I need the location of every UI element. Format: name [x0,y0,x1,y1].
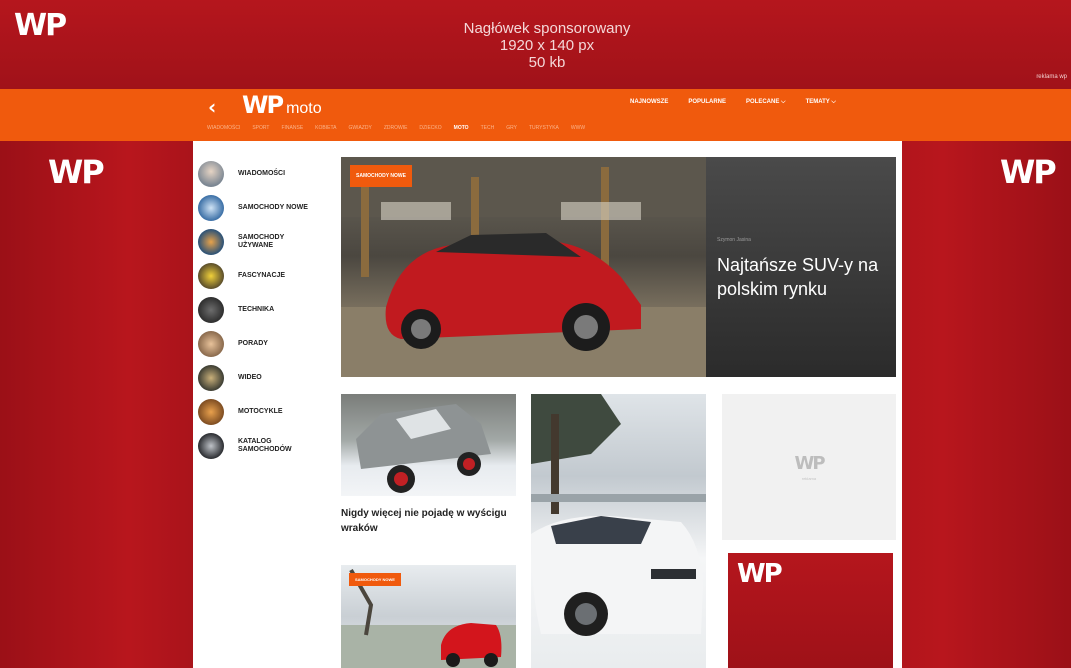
chevron-left-icon[interactable]: ‹ [208,95,216,119]
category-label: WIDEO [238,374,262,381]
wp-logo: WP [737,559,783,589]
main-content: WIADOMOŚCI SAMOCHODY NOWE SAMOCHODY UŻYW… [193,141,902,668]
category-thumbnail [198,161,224,187]
sponsor-line-1: Nagłówek sponsorowany [463,20,631,37]
category-label: SAMOCHODY NOWE [238,204,308,211]
category-thumbnail [198,263,224,289]
category-thumbnail [198,331,224,357]
category-label: PORADY [238,340,268,347]
section-link[interactable]: FINANSE [281,125,303,131]
nav-link-popularne[interactable]: POPULARNE [688,99,726,106]
wp-logo: WP [794,453,825,474]
section-link[interactable]: WWW [571,125,585,131]
hero-photo-art [341,157,706,377]
category-item[interactable]: SAMOCHODY NOWE [198,191,328,225]
category-thumbnail [198,297,224,323]
category-item[interactable]: PORADY [198,327,328,361]
hero-text-panel: Szymon Jasina Najtańsze SUV-y na polskim… [706,157,896,377]
hero-title[interactable]: Najtańsze SUV-y na polskim rynku [717,253,887,301]
category-thumbnail [198,399,224,425]
category-item[interactable]: MOTOCYKLE [198,395,328,429]
category-thumbnail [198,195,224,221]
ad-banner[interactable]: WP [728,553,893,668]
sponsor-line-3: 50 kb [528,54,566,71]
article-image [341,394,516,496]
ad-label: reklama [801,476,817,481]
section-link[interactable]: TECH [481,125,495,131]
category-label: WIADOMOŚCI [238,170,286,177]
section-link[interactable]: GRY [506,125,517,131]
category-item[interactable]: FASCYNACJE [198,259,328,293]
wp-moto-logo[interactable]: WP moto [242,91,322,119]
category-badge[interactable]: SAMOCHODY NOWE [350,165,412,187]
category-label: SAMOCHODY UŻYWANE [238,234,285,249]
category-thumbnail [198,433,224,459]
section-link[interactable]: SPORT [252,125,269,131]
category-badge[interactable]: SAMOCHODY NOWE [349,573,401,586]
sponsor-line-2: 1920 x 140 px [499,37,595,54]
hero-author: Szymon Jasina [717,237,751,243]
category-label: KATALOG SAMOCHODÓW [238,438,292,453]
section-link[interactable]: KOBIETA [315,125,336,131]
sponsored-header-banner[interactable]: WP Nagłówek sponsorowany 1920 x 140 px 5… [0,0,1071,90]
section-link[interactable]: TURYSTYKA [529,125,559,131]
nav-link-najnowsze[interactable]: NAJNOWSZE [630,99,668,106]
category-item[interactable]: WIADOMOŚCI [198,157,328,191]
side-wp-logo-left[interactable]: WP [48,153,105,191]
hero-image: SAMOCHODY NOWE [341,157,706,377]
category-item[interactable]: WIDEO [198,361,328,395]
hero-article[interactable]: SAMOCHODY NOWE Szymon Jasina Najtańsze S… [341,157,896,377]
category-label: FASCYNACJE [238,272,286,279]
article-card[interactable] [531,394,706,668]
category-item[interactable]: TECHNIKA [198,293,328,327]
section-link[interactable]: WIADOMOŚCI [207,125,240,131]
main-navbar: ‹ WP moto NAJNOWSZE POPULARNE POLECANE ⌵… [0,89,1071,141]
ad-label: reklama wp [1036,74,1067,80]
wp-logo-mark: WP [242,91,284,119]
category-item[interactable]: SAMOCHODY UŻYWANE [198,225,328,259]
sponsor-text: Nagłówek sponsorowany 1920 x 140 px 50 k… [0,20,1071,71]
category-thumbnail [198,229,224,255]
category-label: MOTOCYKLE [238,408,283,415]
section-link[interactable]: DZIECKO [419,125,441,131]
nav-link-polecane[interactable]: POLECANE ⌵ [746,99,786,106]
category-label: TECHNIKA [238,306,275,313]
ad-placeholder[interactable]: WP reklama [722,394,896,540]
top-nav-links: NAJNOWSZE POPULARNE POLECANE ⌵ TEMATY ⌵ [630,99,836,106]
article-title[interactable]: Nigdy więcej nie pojadę w wyścigu wraków [341,506,516,536]
section-nav: WIADOMOŚCI SPORT FINANSE KOBIETA GWIAZDY… [207,125,585,131]
section-link[interactable]: ZDROWIE [384,125,408,131]
nav-link-tematy[interactable]: TEMATY ⌵ [806,99,836,106]
category-sidebar: WIADOMOŚCI SAMOCHODY NOWE SAMOCHODY UŻYW… [198,157,328,463]
category-item[interactable]: KATALOG SAMOCHODÓW [198,429,328,463]
article-card[interactable]: Nigdy więcej nie pojadę w wyścigu wraków [341,394,516,536]
side-wp-logo-right[interactable]: WP [1000,153,1057,191]
article-card[interactable]: SAMOCHODY NOWE [341,565,516,668]
article-photo-art [531,394,706,636]
section-link[interactable]: GWIAZDY [348,125,371,131]
logo-suffix: moto [286,100,322,117]
article-photo-art [356,404,491,493]
section-link-active[interactable]: MOTO [454,125,469,131]
category-thumbnail [198,365,224,391]
